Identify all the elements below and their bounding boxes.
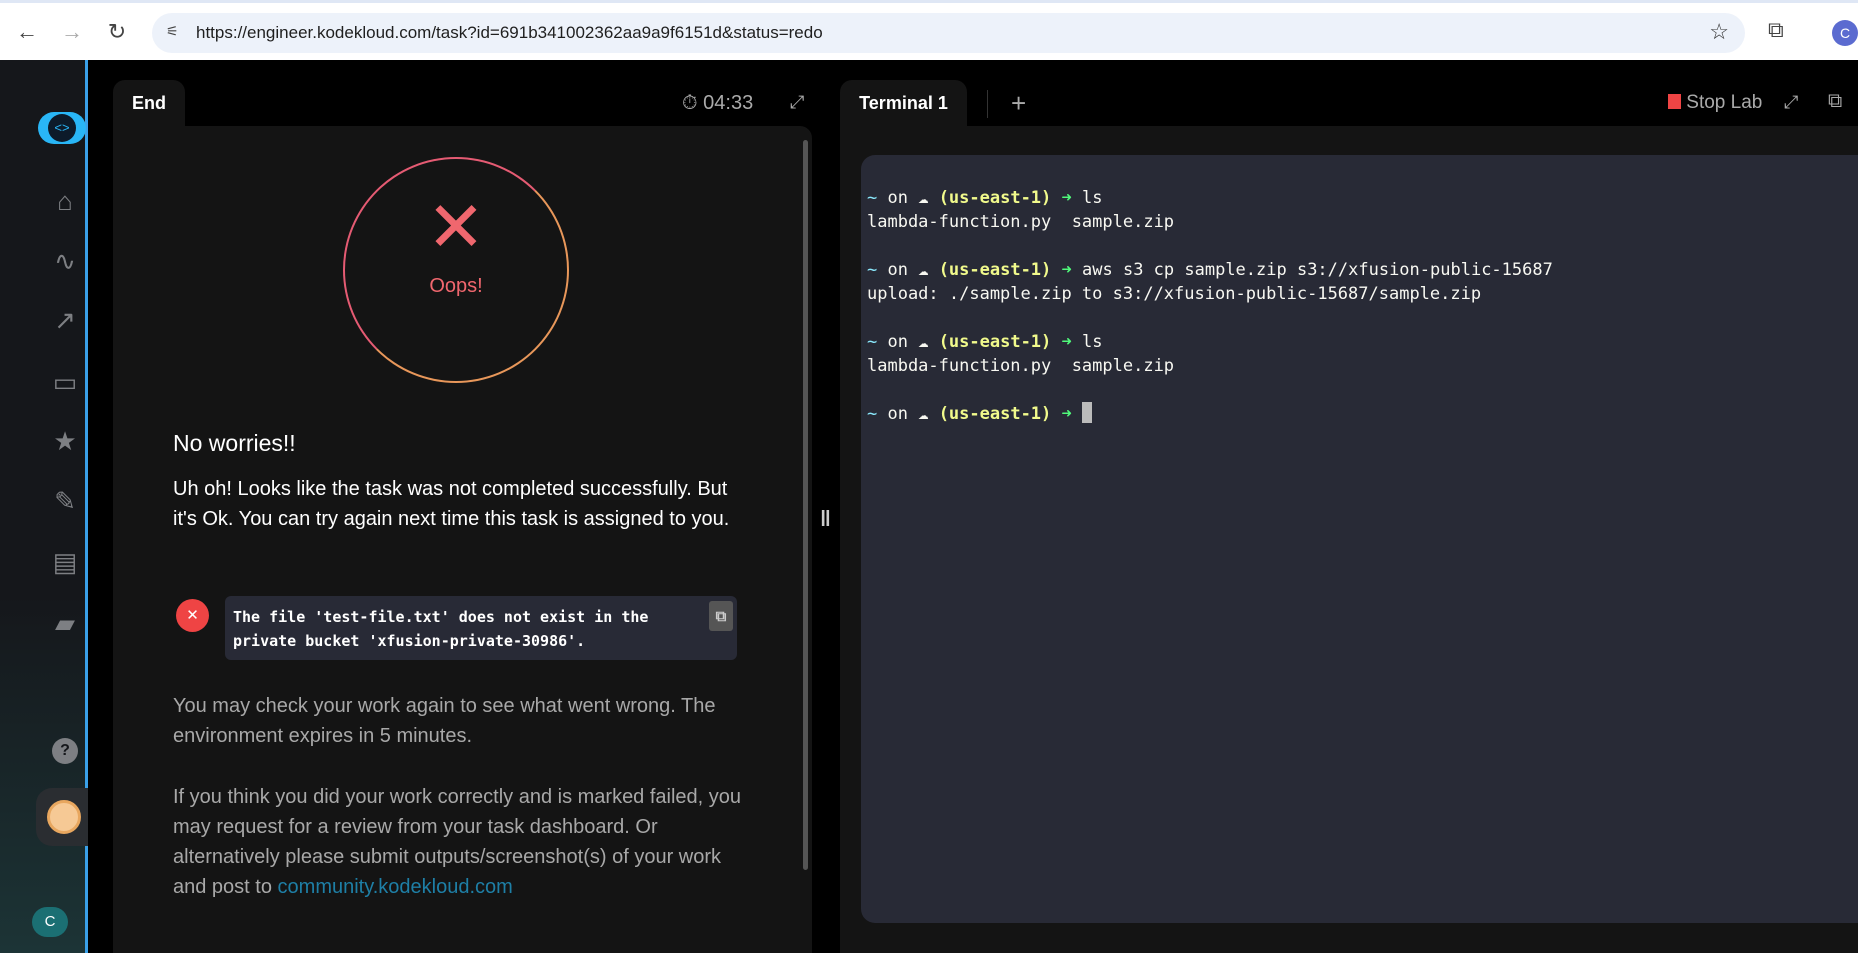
url-text[interactable]: https://engineer.kodekloud.com/task?id=6… — [196, 23, 823, 43]
browser-toolbar: ← → ↻ ⚟ https://engineer.kodekloud.com/t… — [0, 0, 1858, 60]
back-icon[interactable]: ← — [14, 19, 40, 45]
review-text: If you think you did your work correctly… — [173, 786, 742, 898]
prompt-line: ~ on ☁ (us-east-1) ➜ — [867, 402, 1858, 426]
bookmark-star-icon[interactable]: ☆ — [1709, 19, 1729, 45]
add-terminal-button[interactable]: + — [1011, 88, 1026, 119]
prompt-on: on — [877, 404, 919, 424]
timer: ⏱ 04:33 — [682, 92, 753, 115]
prompt-tilde: ~ — [867, 188, 878, 208]
feedback-icon[interactable]: ✎ — [48, 486, 82, 516]
cloud-icon: ☁ — [918, 260, 939, 280]
site-settings-icon[interactable]: ⚟ — [166, 23, 179, 40]
terminal-output[interactable]: ~ on ☁ (us-east-1) ➜ ls lambda-function.p… — [861, 155, 1858, 923]
prompt-region: (us-east-1) — [938, 332, 1052, 352]
prompt-tilde: ~ — [867, 332, 878, 352]
output-line: lambda-function.py sample.zip — [867, 356, 1175, 376]
info-text: You may check your work again to see wha… — [173, 695, 716, 747]
error-message-box: The file 'test-file.txt' does not exist … — [225, 596, 737, 660]
prompt-tilde: ~ — [867, 404, 878, 424]
extensions-icon[interactable]: ⧉ — [1768, 17, 1784, 43]
copy-icon[interactable]: ⧉ — [709, 601, 733, 631]
command: aws s3 cp sample.zip s3://xfusion-public… — [1082, 260, 1553, 280]
cloud-icon: ☁ — [918, 332, 939, 352]
cursor — [1082, 402, 1093, 423]
prompt-region: (us-east-1) — [938, 260, 1052, 280]
error-text: The file 'test-file.txt' does not exist … — [233, 608, 649, 650]
prompt-on: on — [877, 260, 919, 280]
user-initial-badge[interactable]: C — [32, 907, 68, 937]
output-line: lambda-function.py sample.zip — [867, 212, 1175, 232]
output-line: upload: ./sample.zip to s3://xfusion-pub… — [867, 284, 1482, 304]
reload-icon[interactable]: ↻ — [104, 19, 130, 45]
calendar-icon[interactable]: ▭ — [48, 367, 82, 397]
failure-circle: ✕ Oops! — [343, 157, 569, 383]
prompt-region: (us-east-1) — [938, 404, 1052, 424]
scrollbar[interactable] — [803, 140, 808, 870]
stopwatch-icon: ⏱ — [682, 92, 704, 114]
profile-avatar[interactable]: C — [1832, 20, 1858, 46]
prompt-line: ~ on ☁ (us-east-1) ➜ ls — [867, 186, 1858, 210]
stop-icon — [1668, 94, 1681, 109]
oops-label: Oops! — [429, 275, 483, 297]
path-icon[interactable]: ∿ — [48, 246, 82, 276]
result-heading: No worries!! — [173, 430, 296, 456]
prompt-line: ~ on ☁ (us-east-1) ➜ ls — [867, 330, 1858, 354]
avatar-container — [36, 788, 88, 846]
error-icon: ✕ — [176, 599, 209, 632]
cloud-icon: ☁ — [918, 188, 939, 208]
tab-end[interactable]: End — [113, 80, 185, 126]
result-message: Uh oh! Looks like the task was not compl… — [173, 478, 730, 530]
stop-lab-button[interactable]: Stop Lab — [1668, 92, 1762, 114]
prompt-on: on — [877, 188, 919, 208]
open-external-icon[interactable]: ⧉ — [1828, 90, 1842, 113]
chat-icon[interactable]: ▰ — [48, 608, 82, 638]
prompt-arrow-icon: ➜ — [1061, 332, 1072, 352]
command: ls — [1082, 188, 1103, 208]
prompt-on: on — [877, 332, 919, 352]
prompt-tilde: ~ — [867, 260, 878, 280]
prompt-arrow-icon: ➜ — [1061, 260, 1072, 280]
progress-icon[interactable]: ↗ — [48, 305, 82, 335]
prompt-arrow-icon: ➜ — [1061, 404, 1072, 424]
leaderboard-icon[interactable]: ★ — [48, 426, 82, 456]
command: ls — [1082, 332, 1103, 352]
terminal-expand-icon[interactable]: ⤢ — [1784, 92, 1798, 113]
timer-value: 04:33 — [703, 92, 754, 114]
help-icon[interactable]: ? — [52, 738, 78, 764]
prompt-line: ~ on ☁ (us-east-1) ➜ aws s3 cp sample.zi… — [867, 258, 1858, 282]
prompt-arrow-icon: ➜ — [1061, 188, 1072, 208]
forward-icon[interactable]: → — [59, 19, 85, 45]
user-avatar[interactable] — [47, 800, 81, 834]
docs-icon[interactable]: ▤ — [48, 547, 82, 577]
address-bar[interactable]: ⚟ https://engineer.kodekloud.com/task?id… — [152, 13, 1745, 53]
community-link[interactable]: community.kodekloud.com — [278, 876, 513, 898]
tab-terminal-1[interactable]: Terminal 1 — [840, 80, 967, 126]
tab-divider — [987, 90, 988, 118]
panel-resize-handle[interactable]: ‖ — [820, 506, 831, 532]
prompt-region: (us-east-1) — [938, 188, 1052, 208]
expand-icon[interactable]: ⤢ — [790, 92, 804, 113]
cloud-icon: ☁ — [918, 404, 939, 424]
home-icon[interactable]: ⌂ — [48, 186, 82, 216]
sidebar: <> ⌂ ∿ ↗ ▭ ★ ✎ ▤ ▰ ? C — [0, 60, 88, 953]
kodekloud-logo[interactable]: <> — [38, 112, 86, 144]
x-icon: ✕ — [426, 188, 486, 266]
